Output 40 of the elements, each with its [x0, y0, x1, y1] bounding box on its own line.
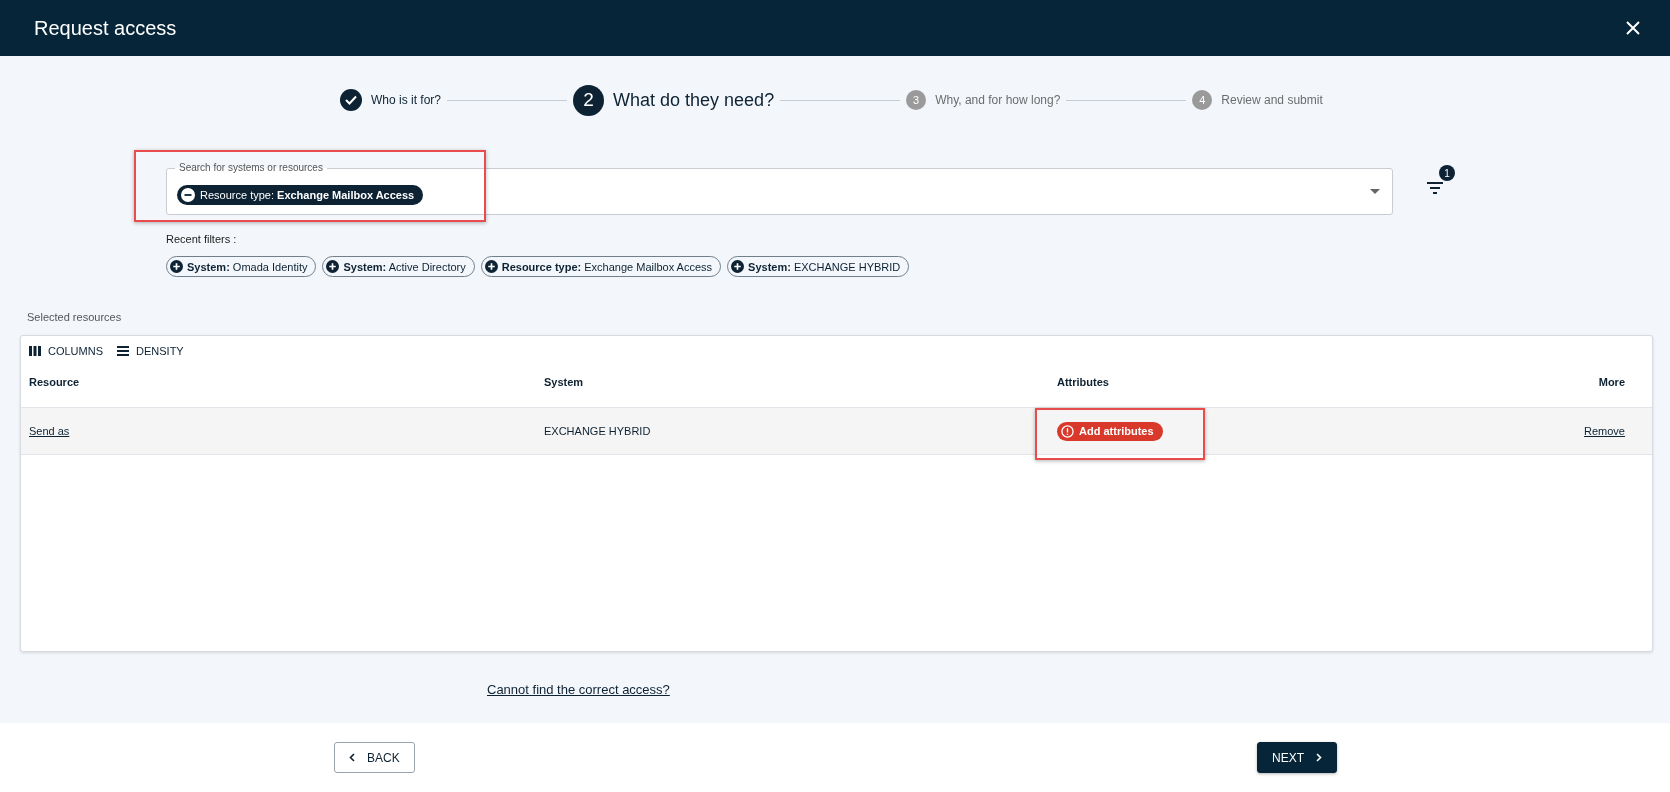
- plus-circle-icon: [484, 260, 498, 273]
- section-label: Selected resources: [27, 311, 123, 323]
- field-label: Search for systems or resources: [175, 161, 327, 175]
- plus-circle-icon: [731, 260, 745, 273]
- filter-chip[interactable]: Resource type: Exchange Mailbox Access: [177, 184, 424, 205]
- chevron-right-icon: [1316, 753, 1322, 762]
- help-link[interactable]: Cannot find the correct access?: [487, 682, 670, 697]
- step-number: 4: [1192, 90, 1213, 110]
- remove-link[interactable]: Remove: [1584, 425, 1625, 437]
- minus-circle-icon: [181, 187, 195, 202]
- columns-icon: [29, 346, 41, 356]
- step-label: Why, and for how long?: [935, 93, 1061, 107]
- toolbar-button[interactable]: DENSITY: [117, 345, 184, 357]
- close-icon[interactable]: [1626, 21, 1640, 35]
- plus-circle-icon: [170, 260, 183, 273]
- step-number: 2: [573, 84, 605, 116]
- next-button[interactable]: NEXT: [1257, 742, 1337, 773]
- lines-icon: [117, 346, 129, 356]
- step-label: What do they need?: [613, 89, 775, 111]
- recent-filters-label: Recent filters :: [166, 233, 238, 245]
- toolbar-button[interactable]: COLUMNS: [29, 345, 103, 357]
- column-header: Attributes: [1057, 376, 1110, 388]
- step-label: Review and submit: [1221, 93, 1323, 107]
- filter-icon[interactable]: [1427, 181, 1443, 195]
- table-cell-text: EXCHANGE HYBRID: [544, 425, 652, 437]
- step-label: Who is it for?: [371, 93, 442, 107]
- chevron-left-icon: [349, 753, 355, 762]
- add-attributes-button[interactable]: Add attributes: [1057, 421, 1163, 441]
- column-header: Resource: [29, 376, 81, 388]
- column-header: System: [544, 376, 585, 388]
- check-icon: [340, 89, 362, 111]
- back-button[interactable]: BACK: [334, 742, 415, 773]
- column-header: More: [1598, 376, 1625, 388]
- filter-count-badge: 1: [1439, 165, 1455, 181]
- alert-icon: [1061, 424, 1074, 438]
- plus-circle-icon: [326, 260, 340, 273]
- resource-link[interactable]: Send as: [29, 425, 544, 437]
- step-number: 3: [906, 90, 927, 110]
- window-title: Request access: [34, 16, 177, 40]
- caret-icon[interactable]: [1370, 189, 1380, 194]
